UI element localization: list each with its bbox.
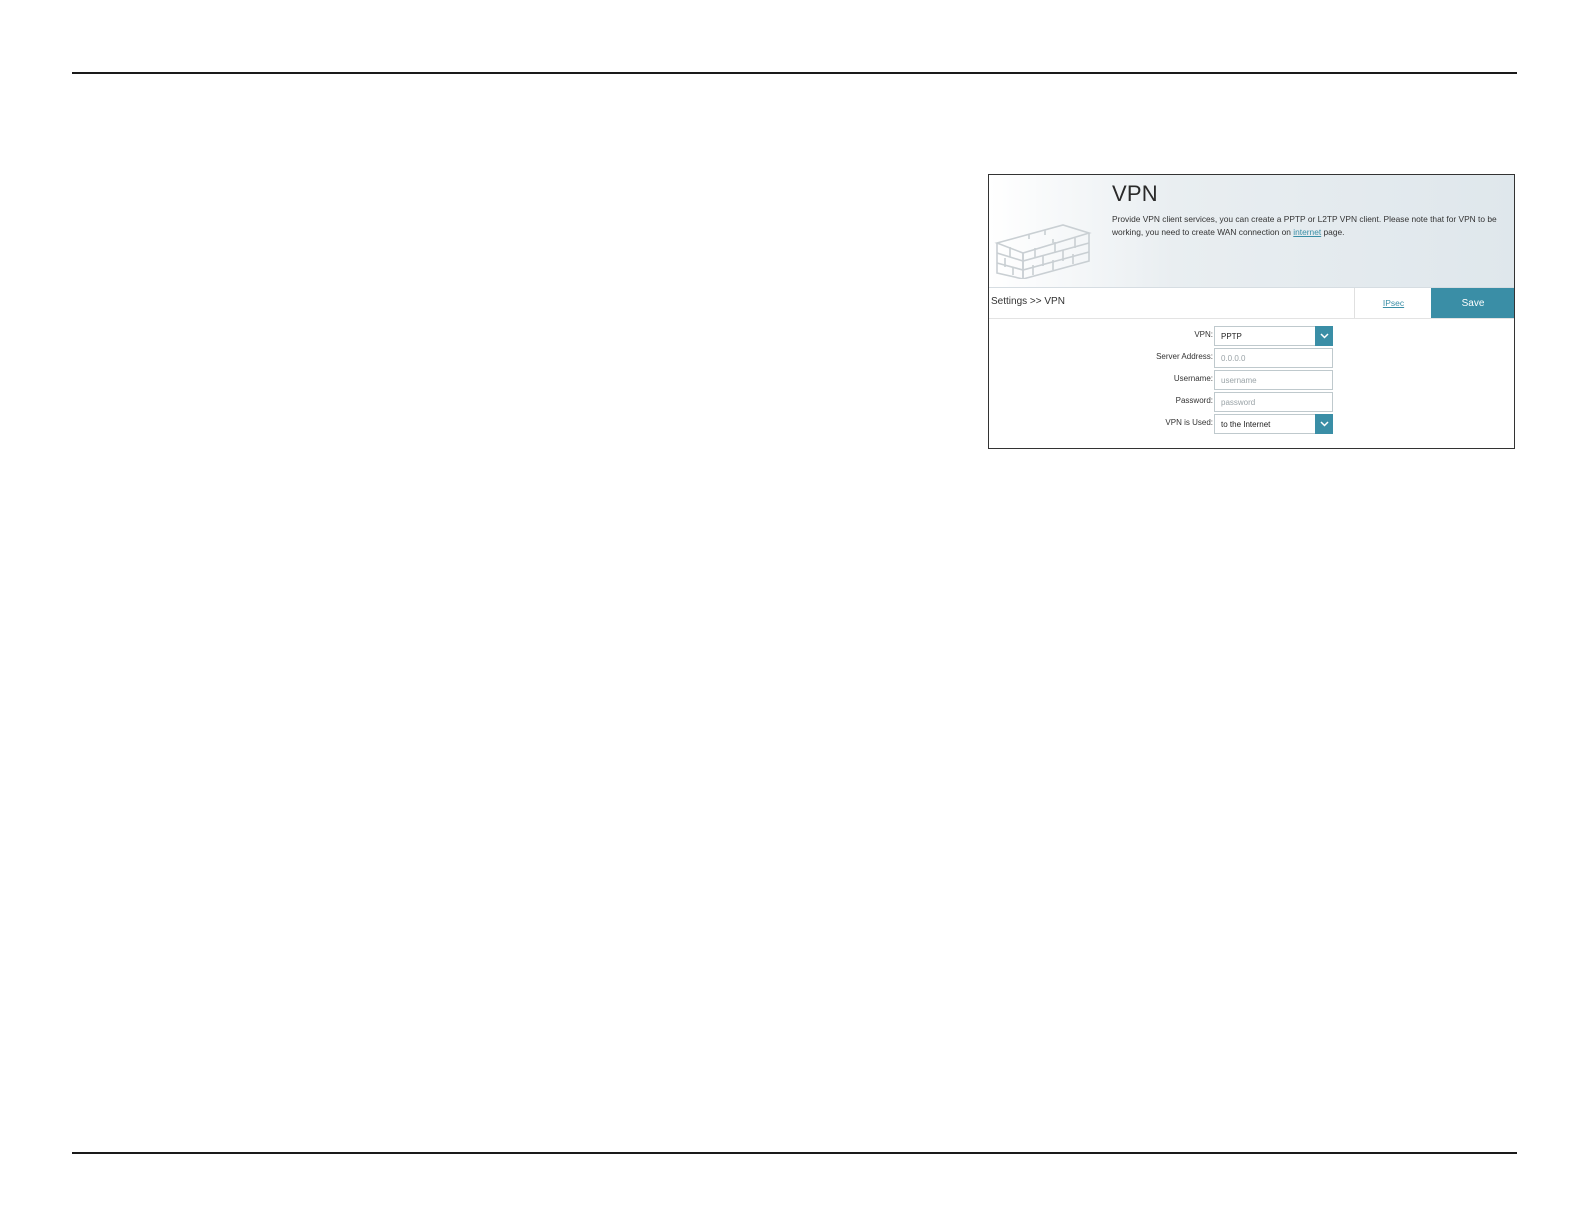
server-address-input[interactable]: 0.0.0.0 bbox=[1214, 348, 1333, 368]
vpn-select[interactable]: PPTP bbox=[1214, 326, 1333, 346]
vpn-is-used-row: VPN is Used: to the Internet bbox=[989, 414, 1514, 434]
server-address-label: Server Address: bbox=[1156, 352, 1213, 361]
username-label: Username: bbox=[1173, 374, 1213, 383]
brick-wall-icon bbox=[994, 224, 1092, 279]
page-banner: VPN Provide VPN client services, you can… bbox=[989, 175, 1514, 288]
password-placeholder: password bbox=[1221, 397, 1256, 407]
vpn-settings-screenshot: VPN Provide VPN client services, you can… bbox=[988, 174, 1515, 449]
page-bottom-rule bbox=[72, 1152, 1517, 1154]
internet-link[interactable]: internet bbox=[1293, 227, 1321, 237]
server-address-row: Server Address: 0.0.0.0 bbox=[989, 348, 1514, 368]
password-label: Password: bbox=[1175, 396, 1213, 405]
page-description: Provide VPN client services, you can cre… bbox=[1112, 213, 1510, 239]
breadcrumb: Settings >> VPN bbox=[991, 296, 1065, 307]
chevron-down-icon[interactable] bbox=[1315, 326, 1333, 346]
vpn-label: VPN: bbox=[1194, 330, 1213, 339]
password-row: Password: password bbox=[989, 392, 1514, 412]
vpn-is-used-select[interactable]: to the Internet bbox=[1214, 414, 1333, 434]
username-placeholder: username bbox=[1221, 375, 1257, 385]
username-row: Username: username bbox=[989, 370, 1514, 390]
vpn-row: VPN: PPTP bbox=[989, 326, 1514, 346]
description-text-end: page. bbox=[1321, 227, 1345, 237]
ipsec-link[interactable]: IPsec bbox=[1354, 288, 1432, 318]
save-button[interactable]: Save bbox=[1431, 288, 1514, 318]
page-top-rule bbox=[72, 72, 1517, 74]
password-input[interactable]: password bbox=[1214, 392, 1333, 412]
vpn-is-used-label: VPN is Used: bbox=[1165, 418, 1213, 427]
vpn-is-used-value: to the Internet bbox=[1221, 419, 1271, 429]
server-address-placeholder: 0.0.0.0 bbox=[1221, 353, 1246, 363]
vpn-select-value: PPTP bbox=[1221, 331, 1242, 341]
page-title: VPN bbox=[1112, 181, 1158, 206]
username-input[interactable]: username bbox=[1214, 370, 1333, 390]
chevron-down-icon[interactable] bbox=[1315, 414, 1333, 434]
toolbar: Settings >> VPN IPsec Save bbox=[989, 288, 1514, 319]
